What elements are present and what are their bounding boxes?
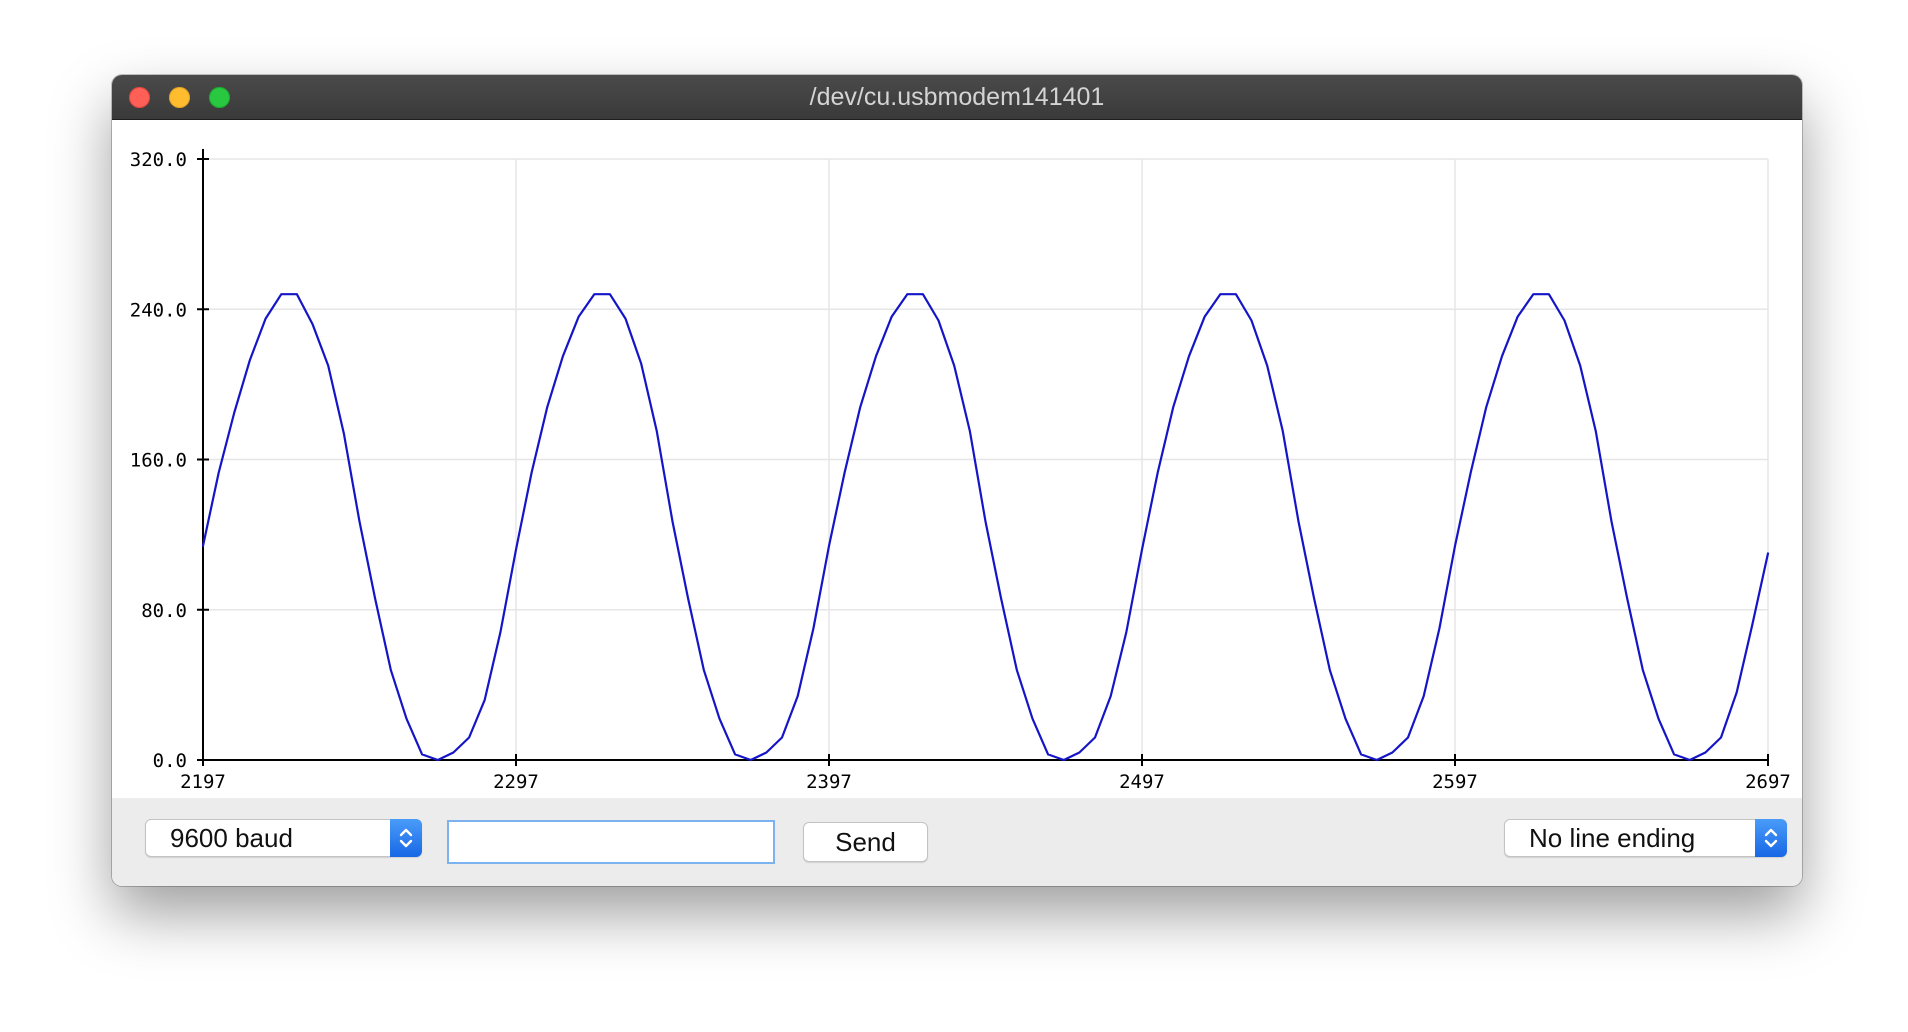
x-tick-label: 2697 xyxy=(1745,771,1791,793)
x-tick-label: 2497 xyxy=(1119,771,1165,793)
title-bar: /dev/cu.usbmodem141401 xyxy=(112,75,1802,120)
baud-rate-select[interactable]: 9600 baud xyxy=(145,819,422,857)
line-chart: 0.0 80.0 160.0 240.0 320.0 2197 2297 2397 2497 25… xyxy=(130,149,1791,793)
x-tick-label: 2297 xyxy=(493,771,539,793)
message-input[interactable] xyxy=(447,820,775,864)
line-ending-select[interactable]: No line ending xyxy=(1504,819,1787,857)
serial-plotter-window: /dev/cu.usbmodem141401 0.0 80.0 160.0 240.0… xyxy=(112,75,1802,886)
y-tick-label: 160.0 xyxy=(130,450,187,472)
x-tick-label: 2397 xyxy=(806,771,852,793)
select-stepper-icon xyxy=(390,819,422,857)
y-tick-label: 80.0 xyxy=(141,600,187,622)
x-tick-label: 2197 xyxy=(180,771,226,793)
y-tick-label: 240.0 xyxy=(130,299,187,321)
line-ending-value: No line ending xyxy=(1529,823,1696,853)
y-tick-label: 0.0 xyxy=(153,750,187,772)
send-button[interactable]: Send xyxy=(803,822,928,862)
y-tick-label: 320.0 xyxy=(130,149,187,171)
series-line xyxy=(201,293,1770,762)
x-tick-label: 2597 xyxy=(1432,771,1478,793)
select-stepper-icon xyxy=(1755,819,1787,857)
window-title: /dev/cu.usbmodem141401 xyxy=(809,83,1105,111)
baud-rate-value: 9600 baud xyxy=(170,823,293,853)
plot-area: 0.0 80.0 160.0 240.0 320.0 2197 2297 2397 2497 25… xyxy=(112,120,1802,798)
